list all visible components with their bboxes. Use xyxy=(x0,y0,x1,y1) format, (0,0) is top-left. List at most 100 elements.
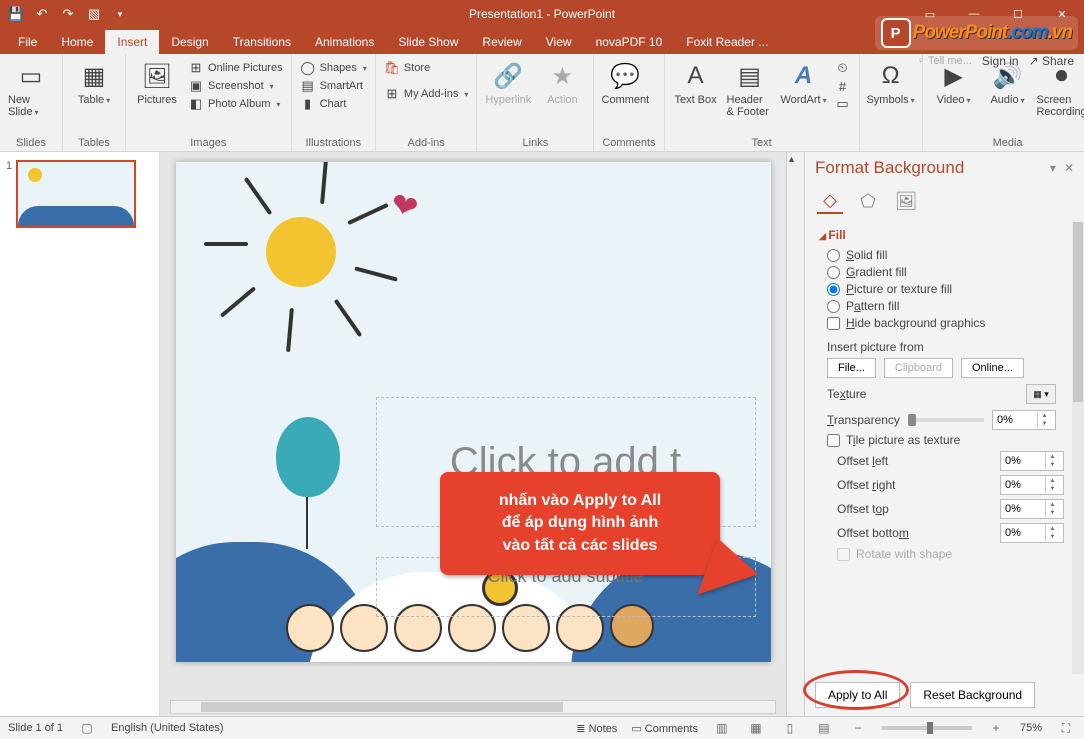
zoom-slider[interactable] xyxy=(882,726,972,730)
share-button[interactable]: ↗ Share xyxy=(1029,54,1074,68)
texture-picker[interactable]: ▦ ▾ xyxy=(1026,384,1056,404)
smartart-button[interactable]: ▤SmartArt xyxy=(300,78,367,94)
slide-thumbnail-1[interactable] xyxy=(16,160,136,228)
pictures-button[interactable]: 🖼 Pictures xyxy=(134,58,180,106)
reset-background-button[interactable]: Reset Background xyxy=(910,682,1035,708)
offset-top-label: Offset top xyxy=(837,502,1000,516)
apply-to-all-button[interactable]: Apply to All xyxy=(815,682,900,708)
tell-me[interactable]: ♀ Tell me... xyxy=(917,55,972,67)
sun-ray xyxy=(347,203,389,225)
zoom-out-icon[interactable]: − xyxy=(848,721,868,735)
offset-top-spinner[interactable]: ▲▼ xyxy=(1000,499,1064,519)
spellcheck-icon[interactable]: ▢ xyxy=(77,721,97,735)
slide-number-button[interactable]: # xyxy=(835,78,851,94)
logo-text-3: .vn xyxy=(1048,22,1072,43)
zoom-value[interactable]: 75% xyxy=(1020,722,1042,734)
offset-bottom-spinner[interactable]: ▲▼ xyxy=(1000,523,1064,543)
tab-home[interactable]: Home xyxy=(49,30,105,54)
transparency-spinner[interactable]: ▲▼ xyxy=(992,410,1056,430)
comment-icon: 💬 xyxy=(609,60,641,92)
sun-ray xyxy=(204,242,248,246)
start-show-icon[interactable]: ▧ xyxy=(84,4,104,24)
horizontal-scrollbar[interactable] xyxy=(170,700,776,714)
notes-button[interactable]: ≣ Notes xyxy=(576,722,617,735)
qat-more-icon[interactable]: ▾ xyxy=(110,4,130,24)
date-time-button[interactable]: ⏲ xyxy=(835,60,851,76)
new-slide-button[interactable]: ▭ New Slide▾ xyxy=(8,58,54,118)
chart-button[interactable]: ▮Chart xyxy=(300,96,367,112)
tile-checkbox[interactable]: Tile picture as texture xyxy=(827,433,1078,447)
online-button[interactable]: Online... xyxy=(961,358,1024,378)
tab-slideshow[interactable]: Slide Show xyxy=(386,30,470,54)
effects-tab-icon[interactable]: ⬠ xyxy=(855,188,881,214)
pane-options-icon[interactable]: ▾ xyxy=(1050,161,1056,175)
comment-button[interactable]: 💬Comment xyxy=(602,58,648,106)
shapes-button[interactable]: ◯Shapes▾ xyxy=(300,60,367,76)
tab-insert[interactable]: Insert xyxy=(105,30,159,54)
fill-tab-icon[interactable]: ◇ xyxy=(817,188,843,214)
picture-tab-icon[interactable]: 🖼 xyxy=(893,188,919,214)
gradient-fill-radio[interactable]: Gradient fill xyxy=(827,265,1078,279)
signin-link[interactable]: Sign in xyxy=(982,54,1019,68)
save-icon[interactable]: 💾 xyxy=(6,4,26,24)
solid-fill-radio[interactable]: Solid fill xyxy=(827,248,1078,262)
tab-animations[interactable]: Animations xyxy=(303,30,386,54)
tab-novapdf[interactable]: novaPDF 10 xyxy=(584,30,675,54)
pane-scrollbar[interactable] xyxy=(1072,222,1084,674)
format-background-pane: Format Background ▾✕ ◇ ⬠ 🖼 Fill Solid fi… xyxy=(804,152,1084,716)
my-addins-button[interactable]: ⊞My Add-ins▾ xyxy=(384,86,468,102)
screenshot-button[interactable]: ▣Screenshot▾ xyxy=(188,78,283,94)
comments-button[interactable]: ▭ Comments xyxy=(631,722,698,735)
undo-icon[interactable]: ↶ xyxy=(32,4,52,24)
offset-right-spinner[interactable]: ▲▼ xyxy=(1000,475,1064,495)
wordart-button[interactable]: AWordArt▾ xyxy=(781,58,827,106)
slideshow-view-icon[interactable]: ▤ xyxy=(814,721,834,735)
symbols-button[interactable]: ΩSymbols▾ xyxy=(868,58,914,106)
tab-foxit[interactable]: Foxit Reader ... xyxy=(674,30,780,54)
tab-view[interactable]: View xyxy=(534,30,584,54)
offset-left-spinner[interactable]: ▲▼ xyxy=(1000,451,1064,471)
pattern-fill-radio[interactable]: Pattern fill xyxy=(827,299,1078,313)
vertical-scrollbar[interactable]: ▴ xyxy=(786,152,804,716)
slide-thumbnail-panel[interactable]: 1 xyxy=(0,152,160,716)
fill-section[interactable]: Fill xyxy=(819,228,1078,242)
zoom-in-icon[interactable]: + xyxy=(986,721,1006,735)
textbox-icon: A xyxy=(680,60,712,92)
object-button[interactable]: ▭ xyxy=(835,96,851,112)
texture-label: Texture xyxy=(827,387,866,401)
smartart-icon: ▤ xyxy=(300,78,316,94)
hide-bg-checkbox[interactable]: Hide background graphics xyxy=(827,316,1078,330)
group-images: Images xyxy=(134,137,283,149)
slide-canvas-area[interactable]: ❤ Click to add t Click to xyxy=(160,152,786,716)
tab-transitions[interactable]: Transitions xyxy=(221,30,303,54)
photo-album-button[interactable]: ◧Photo Album▾ xyxy=(188,96,283,112)
object-icon: ▭ xyxy=(835,96,851,112)
transparency-slider[interactable] xyxy=(908,418,984,422)
fit-window-icon[interactable]: ⛶ xyxy=(1056,721,1076,736)
online-pictures-button[interactable]: ⊞Online Pictures xyxy=(188,60,283,76)
reading-view-icon[interactable]: ▯ xyxy=(780,721,800,735)
picture-fill-radio[interactable]: Picture or texture fill xyxy=(827,282,1078,296)
normal-view-icon[interactable]: ▥ xyxy=(712,721,732,735)
tab-review[interactable]: Review xyxy=(470,30,533,54)
slidenum-icon: # xyxy=(835,78,851,94)
tab-design[interactable]: Design xyxy=(159,30,220,54)
sun-ray xyxy=(333,299,362,337)
screenshot-icon: ▣ xyxy=(188,78,204,94)
redo-icon[interactable]: ↷ xyxy=(58,4,78,24)
tab-file[interactable]: File xyxy=(6,30,49,54)
language-status[interactable]: English (United States) xyxy=(111,722,224,734)
powerpoint-icon: P xyxy=(881,18,911,48)
action-icon: ★ xyxy=(546,60,578,92)
header-footer-icon: ▤ xyxy=(734,60,766,92)
table-button[interactable]: ▦ Table▾ xyxy=(71,58,117,106)
slide[interactable]: ❤ Click to add t Click to xyxy=(176,162,771,662)
sorter-view-icon[interactable]: ▦ xyxy=(746,721,766,735)
file-button[interactable]: File... xyxy=(827,358,876,378)
header-footer-button[interactable]: ▤Header & Footer xyxy=(727,58,773,118)
textbox-button[interactable]: AText Box xyxy=(673,58,719,106)
wordart-icon: A xyxy=(788,60,820,92)
store-button[interactable]: 🛍Store xyxy=(384,60,468,76)
pane-close-icon[interactable]: ✕ xyxy=(1064,161,1074,175)
online-pictures-icon: ⊞ xyxy=(188,60,204,76)
